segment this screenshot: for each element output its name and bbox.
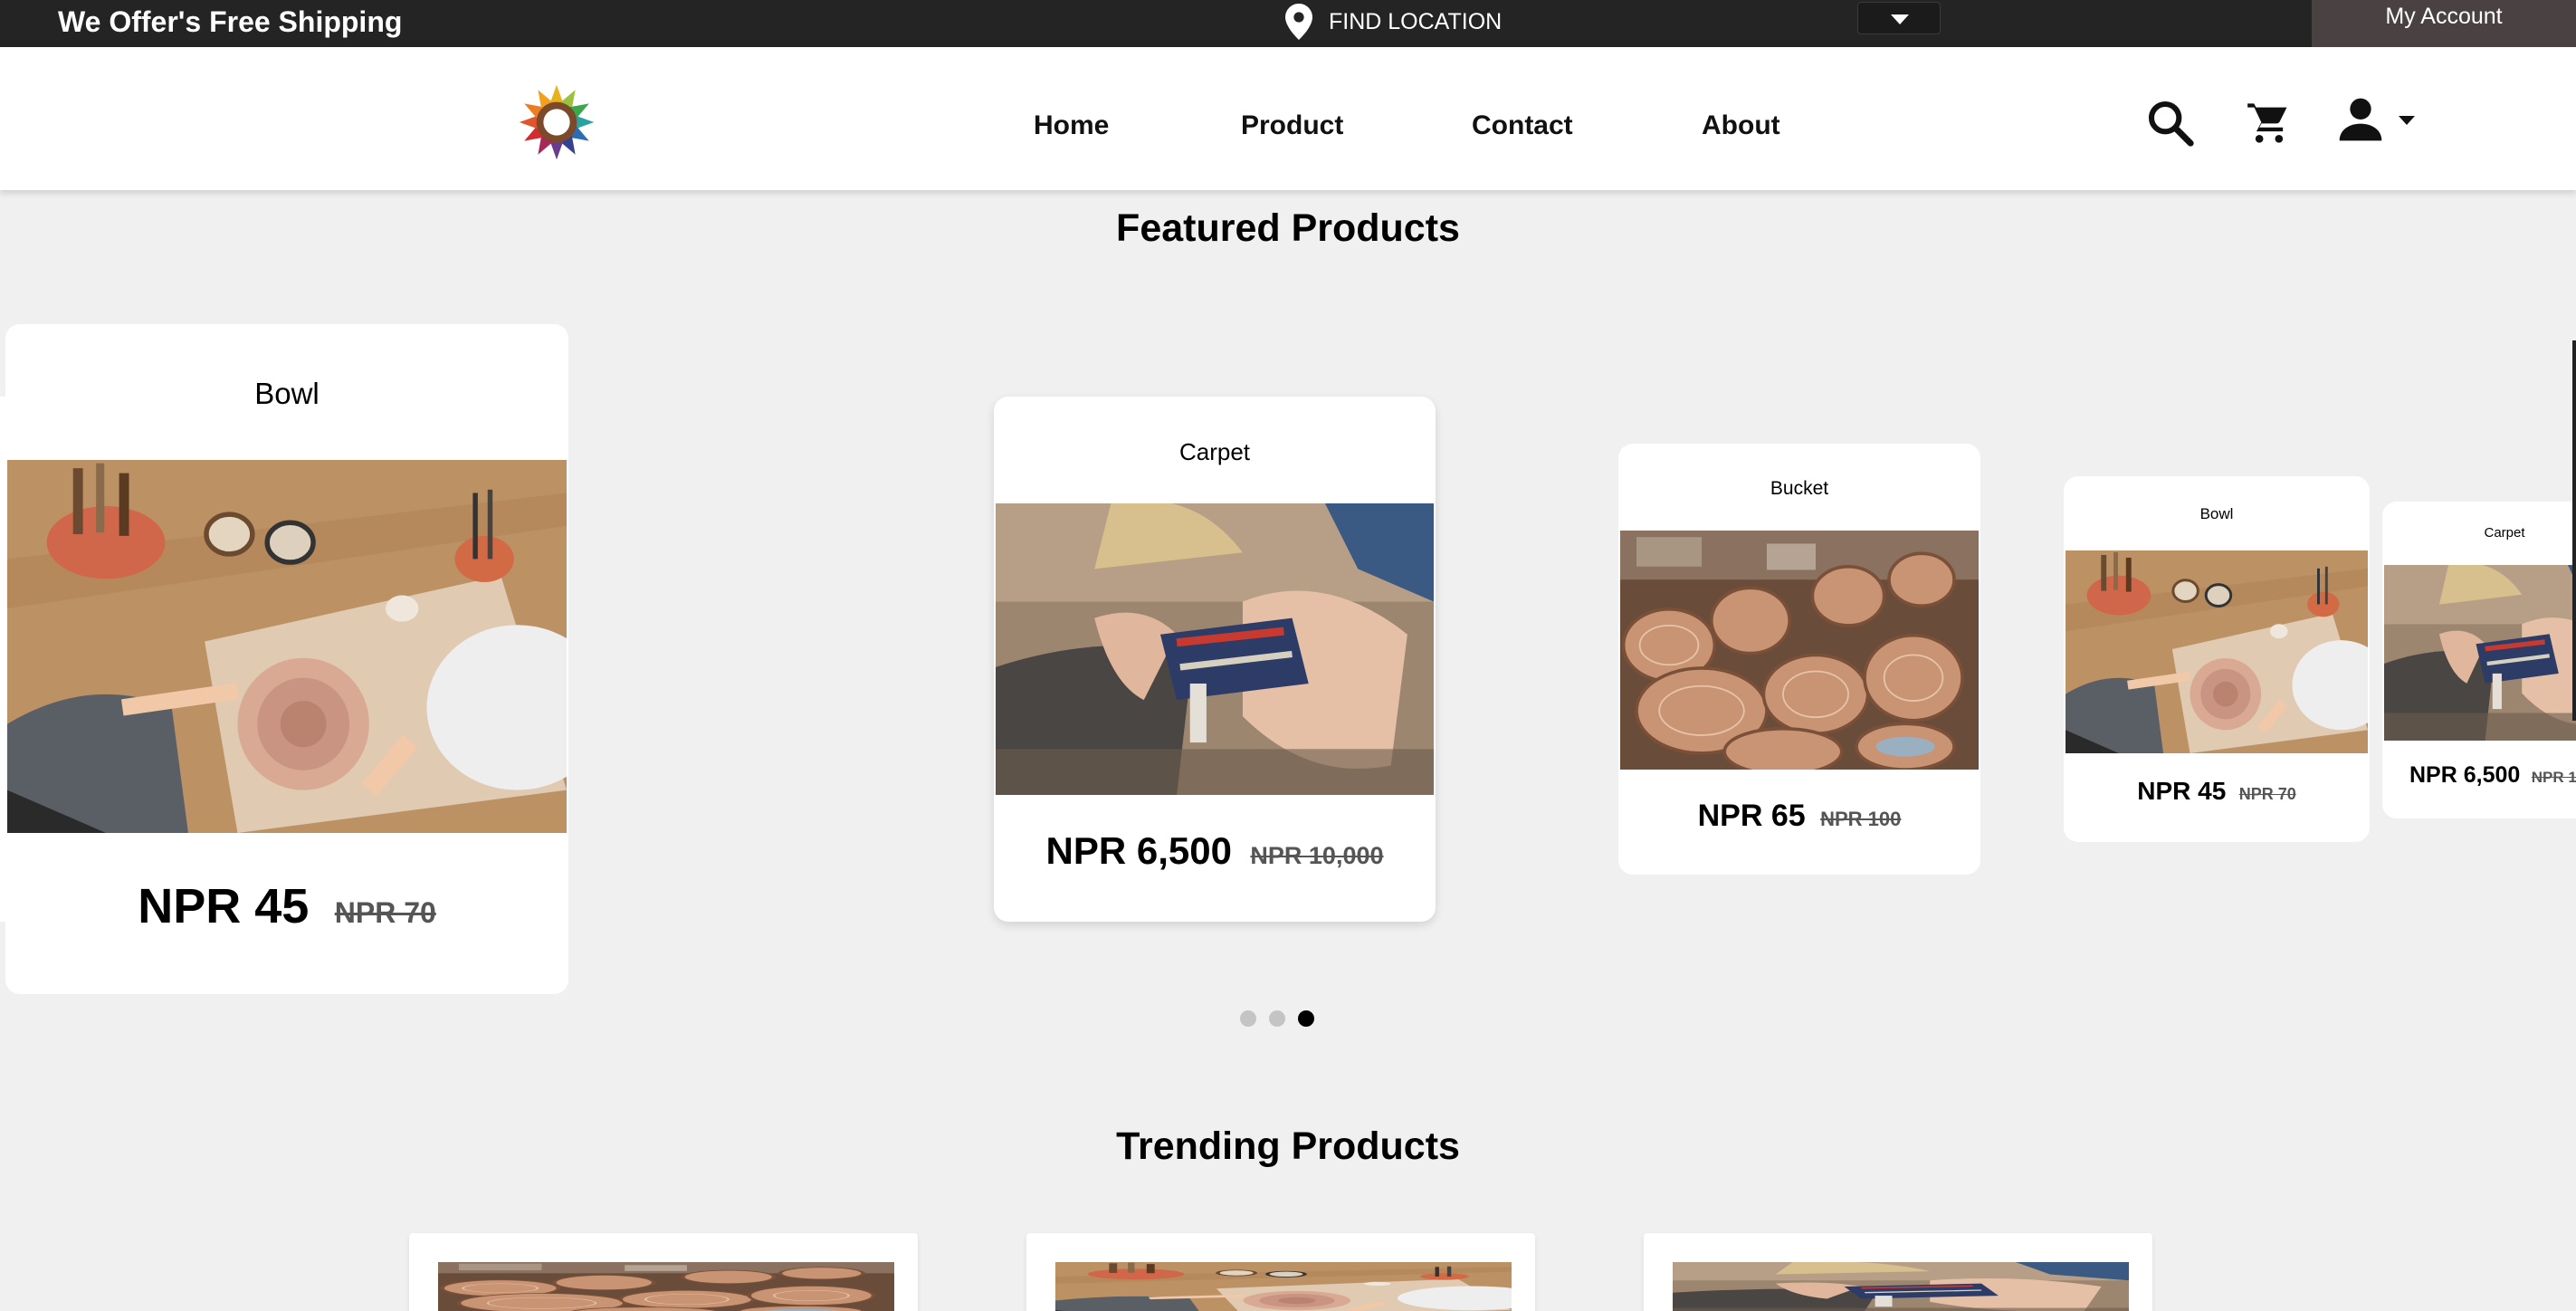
caret-down-icon	[1891, 14, 1909, 24]
nav-home[interactable]: Home	[1034, 110, 1109, 141]
product-price: NPR 6,500 NPR 10,000	[994, 829, 1436, 873]
product-name: Bucket	[1770, 478, 1829, 499]
pottery-bowl-image	[2066, 550, 2368, 753]
nav-contact[interactable]: Contact	[1472, 110, 1573, 141]
carousel-dots	[1240, 1010, 1314, 1027]
price-current: NPR 45	[138, 879, 310, 933]
price-current: NPR 6,500	[1045, 829, 1232, 872]
carpet-weaving-image	[2384, 565, 2576, 741]
scrollbar-edge[interactable]	[2572, 340, 2576, 721]
search-icon[interactable]	[2145, 98, 2196, 148]
trending-card[interactable]	[409, 1233, 918, 1311]
chevron-down-icon[interactable]	[2397, 114, 2417, 127]
product-name: Carpet	[2484, 525, 2525, 541]
user-icon[interactable]	[2335, 94, 2386, 145]
product-price: NPR 45 NPR 70	[5, 878, 568, 934]
top-bar: We Offer's Free Shipping FIND LOCATION M…	[0, 0, 2576, 47]
location-pin-icon	[1285, 4, 1312, 40]
baskets-image	[438, 1262, 894, 1311]
nav-product[interactable]: Product	[1241, 110, 1343, 141]
location-dropdown[interactable]	[1857, 2, 1941, 34]
free-shipping-text: We Offer's Free Shipping	[58, 5, 403, 38]
main-header: Home Product Contact About	[0, 47, 2576, 190]
my-account-button[interactable]: My Account	[2312, 0, 2576, 47]
product-name: Bowl	[2199, 505, 2234, 522]
price-current: NPR 45	[2137, 777, 2227, 805]
cart-icon[interactable]	[2245, 100, 2294, 147]
trending-title: Trending Products	[1116, 1124, 1460, 1168]
carpet-weaving-image	[996, 503, 1434, 795]
price-old: NPR 100	[1820, 808, 1902, 830]
carousel-dot-3[interactable]	[1298, 1010, 1314, 1027]
product-name: Carpet	[1178, 438, 1251, 465]
product-card[interactable]: Bucket NPR 65 NPR 100	[1618, 444, 1980, 875]
price-current: NPR 65	[1697, 799, 1806, 833]
product-card[interactable]: Carpet NPR 6,500 NPR 10,000	[2382, 502, 2576, 818]
product-card[interactable]: Bowl NPR 45 NPR 70	[5, 324, 568, 994]
product-card[interactable]: Bowl NPR 45 NPR 70	[2064, 476, 2370, 842]
price-old: NPR 10,000	[1250, 842, 1384, 869]
carousel-dot-1[interactable]	[1240, 1010, 1256, 1027]
product-price: NPR 65 NPR 100	[1618, 799, 1980, 834]
product-name: Bowl	[254, 377, 320, 410]
price-old: NPR 70	[2238, 785, 2296, 803]
nav-about[interactable]: About	[1702, 110, 1780, 141]
find-location-label: FIND LOCATION	[1329, 8, 1503, 34]
price-old: NPR 10,000	[2531, 769, 2576, 786]
trending-card[interactable]	[1644, 1233, 2152, 1311]
find-location-link[interactable]: FIND LOCATION	[1285, 4, 1502, 40]
price-current: NPR 6,500	[2409, 762, 2521, 788]
product-card[interactable]: Carpet NPR 6,500 NPR 10,000	[994, 397, 1436, 922]
flower-logo-icon[interactable]	[518, 83, 596, 161]
product-price: NPR 45 NPR 70	[2064, 777, 2370, 806]
pottery-bowl-image	[1055, 1262, 1512, 1311]
carpet-weaving-image	[1673, 1262, 2129, 1311]
baskets-image	[1620, 531, 1979, 770]
trending-card[interactable]	[1026, 1233, 1535, 1311]
product-price: NPR 6,500 NPR 10,000	[2382, 762, 2576, 789]
featured-title: Featured Products	[1116, 206, 1460, 250]
price-old: NPR 70	[334, 896, 436, 929]
pottery-bowl-image	[7, 460, 567, 833]
carousel-dot-2[interactable]	[1269, 1010, 1285, 1027]
